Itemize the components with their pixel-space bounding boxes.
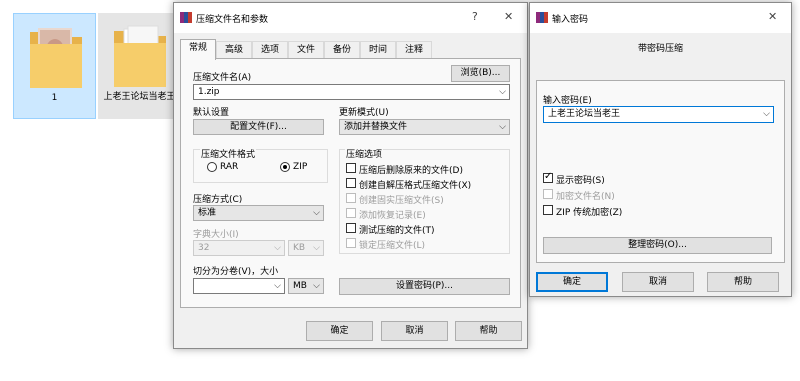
archive-dialog-title: 压缩文件名和参数 bbox=[196, 15, 269, 25]
winrar-icon bbox=[180, 12, 192, 23]
close-icon[interactable]: ✕ bbox=[504, 10, 513, 23]
compression-method-value: 标准 bbox=[198, 208, 217, 218]
lock-archive-checkbox bbox=[346, 238, 356, 248]
update-mode-label: 更新模式(U) bbox=[339, 108, 389, 118]
solid-checkbox bbox=[346, 193, 356, 203]
zip-legacy-label: ZIP 传统加密(Z) bbox=[556, 208, 623, 218]
update-mode-value: 添加并替换文件 bbox=[344, 122, 408, 132]
chevron-down-icon: ⌵ bbox=[313, 281, 320, 291]
tab-files[interactable]: 文件 bbox=[288, 41, 324, 59]
password-combo[interactable]: 上老王论坛当老王 ⌵ bbox=[543, 106, 774, 123]
dictionary-unit-select: KB ⌵ bbox=[288, 240, 324, 256]
update-mode-select[interactable]: 添加并替换文件 ⌵ bbox=[339, 119, 510, 135]
password-ok-button[interactable]: 确定 bbox=[536, 272, 608, 292]
chevron-down-icon: ⌵ bbox=[313, 243, 320, 253]
recovery-record-label: 添加恢复记录(E) bbox=[359, 211, 426, 221]
dictionary-unit-value: KB bbox=[293, 243, 306, 253]
tab-comment[interactable]: 注释 bbox=[396, 41, 432, 59]
organize-passwords-button[interactable]: 整理密码(O)... bbox=[543, 237, 772, 254]
encrypt-filenames-label: 加密文件名(N) bbox=[556, 192, 615, 202]
set-password-button[interactable]: 设置密码(P)... bbox=[339, 278, 510, 295]
winrar-icon bbox=[536, 12, 548, 23]
password-value: 上老王论坛当老王 bbox=[548, 109, 621, 119]
archive-name-value: 1.zip bbox=[198, 87, 220, 97]
tab-advanced[interactable]: 高级 bbox=[216, 41, 252, 59]
split-unit-select[interactable]: MB ⌵ bbox=[288, 278, 324, 294]
solid-label: 创建固实压缩文件(S) bbox=[359, 196, 444, 206]
format-zip-radio[interactable] bbox=[280, 162, 290, 172]
format-group-label: 压缩文件格式 bbox=[200, 147, 257, 160]
format-zip-label: ZIP bbox=[293, 162, 308, 172]
cancel-button[interactable]: 取消 bbox=[381, 321, 448, 341]
archive-dialog-titlebar[interactable]: 压缩文件名和参数 ? ✕ bbox=[174, 3, 527, 33]
desktop-icon-label: 上老王论坛当老王 bbox=[103, 92, 176, 102]
chevron-down-icon: ⌵ bbox=[274, 243, 281, 253]
tab-backup[interactable]: 备份 bbox=[324, 41, 360, 59]
archive-name-combo[interactable]: 1.zip ⌵ bbox=[193, 84, 510, 100]
desktop-icon-folder-1[interactable]: 1 bbox=[13, 13, 96, 119]
zip-legacy-checkbox[interactable] bbox=[543, 205, 553, 215]
delete-after-checkbox[interactable] bbox=[346, 163, 356, 173]
profiles-button[interactable]: 配置文件(F)... bbox=[193, 119, 324, 135]
ok-button[interactable]: 确定 bbox=[306, 321, 373, 341]
chevron-down-icon[interactable]: ⌵ bbox=[763, 107, 770, 122]
sfx-checkbox[interactable] bbox=[346, 178, 356, 188]
password-panel: 输入密码(E) 上老王论坛当老王 ⌵ 显示密码(S) 加密文件名(N) ZIP … bbox=[536, 80, 785, 263]
folder-icon bbox=[30, 28, 82, 88]
chevron-down-icon: ⌵ bbox=[499, 122, 506, 132]
help-button[interactable]: 帮助 bbox=[455, 321, 522, 341]
close-icon[interactable]: ✕ bbox=[768, 10, 777, 23]
chevron-down-icon[interactable]: ⌵ bbox=[499, 85, 506, 99]
split-volume-label: 切分为分卷(V)，大小 bbox=[193, 267, 279, 277]
test-archive-checkbox[interactable] bbox=[346, 223, 356, 233]
password-cancel-button[interactable]: 取消 bbox=[622, 272, 694, 292]
test-archive-label: 测试压缩的文件(T) bbox=[359, 226, 435, 236]
tab-general[interactable]: 常规 bbox=[180, 39, 216, 60]
password-dialog: 输入密码 ✕ 带密码压缩 输入密码(E) 上老王论坛当老王 ⌵ 显示密码(S) … bbox=[529, 2, 792, 297]
folder-icon bbox=[114, 25, 166, 87]
show-password-label: 显示密码(S) bbox=[556, 176, 605, 186]
default-settings-label: 默认设置 bbox=[193, 108, 230, 118]
lock-archive-label: 锁定压缩文件(L) bbox=[359, 241, 426, 251]
chevron-down-icon[interactable]: ⌵ bbox=[274, 279, 281, 293]
password-dialog-titlebar[interactable]: 输入密码 ✕ bbox=[530, 3, 791, 33]
options-group-label: 压缩选项 bbox=[345, 147, 384, 160]
compression-method-label: 压缩方式(C) bbox=[193, 195, 243, 205]
sfx-label: 创建自解压格式压缩文件(X) bbox=[359, 181, 472, 191]
delete-after-label: 压缩后删除原来的文件(D) bbox=[359, 166, 463, 176]
split-unit-value: MB bbox=[293, 281, 307, 291]
tab-options[interactable]: 选项 bbox=[252, 41, 288, 59]
format-rar-radio[interactable] bbox=[207, 162, 217, 172]
chevron-down-icon: ⌵ bbox=[313, 208, 320, 218]
tab-time[interactable]: 时间 bbox=[360, 41, 396, 59]
show-password-checkbox[interactable] bbox=[543, 171, 553, 183]
recovery-record-checkbox bbox=[346, 208, 356, 218]
archive-name-label: 压缩文件名(A) bbox=[193, 73, 252, 83]
compression-method-select[interactable]: 标准 ⌵ bbox=[193, 205, 324, 221]
dictionary-select: 32 ⌵ bbox=[193, 240, 285, 256]
encrypt-filenames-checkbox bbox=[543, 189, 553, 199]
help-title-button[interactable]: ? bbox=[472, 10, 478, 23]
dictionary-label: 字典大小(I) bbox=[193, 230, 239, 240]
dictionary-value: 32 bbox=[198, 243, 210, 253]
password-heading: 带密码压缩 bbox=[637, 44, 683, 54]
desktop-icon-folder-2[interactable]: 上老王论坛当老王 bbox=[98, 13, 181, 119]
split-size-combo[interactable]: ⌵ bbox=[193, 278, 285, 294]
desktop-icon-label: 1 bbox=[51, 93, 58, 103]
password-dialog-title: 输入密码 bbox=[552, 15, 589, 25]
format-rar-label: RAR bbox=[220, 162, 239, 172]
browse-button[interactable]: 浏览(B)... bbox=[451, 65, 510, 82]
password-help-button[interactable]: 帮助 bbox=[707, 272, 779, 292]
archive-dialog: 压缩文件名和参数 ? ✕ 常规 高级 选项 文件 备份 时间 注释 压缩文件名(… bbox=[173, 2, 528, 349]
enter-password-label: 输入密码(E) bbox=[543, 96, 592, 106]
general-panel: 压缩文件名(A) 浏览(B)... 1.zip ⌵ 默认设置 配置文件(F)..… bbox=[180, 58, 521, 308]
